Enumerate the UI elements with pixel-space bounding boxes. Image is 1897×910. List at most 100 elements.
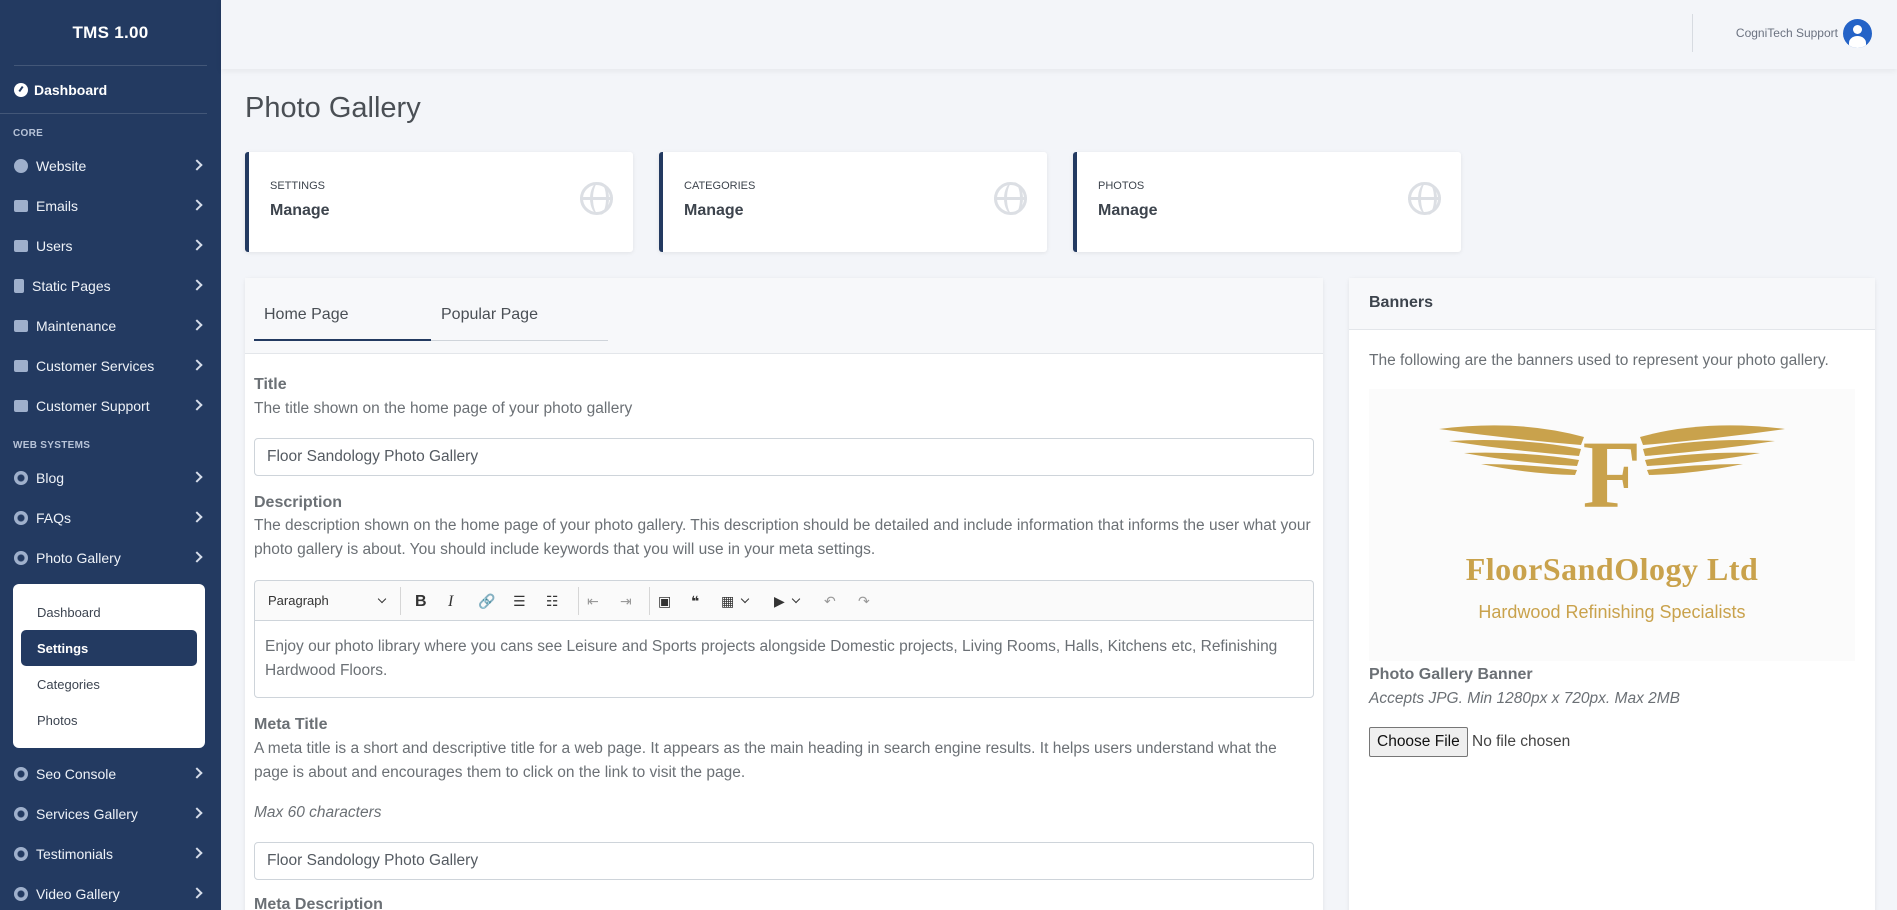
italic-icon[interactable]: I	[448, 593, 453, 611]
numbered-list-icon[interactable]: ☷	[546, 593, 559, 610]
sidebar-item-website[interactable]: Website	[0, 146, 221, 186]
chevron-right-icon	[191, 319, 203, 331]
sidebar-item-customer-services[interactable]: Customer Services	[0, 346, 221, 386]
link-icon[interactable]: 🔗	[478, 593, 495, 610]
sidebar-item-seo-console[interactable]: Seo Console	[0, 754, 221, 794]
topbar-divider	[1692, 14, 1693, 52]
sidebar-item-label: Static Pages	[32, 278, 111, 294]
sidebar-item-label: Customer Services	[36, 358, 155, 374]
card-value: Manage	[684, 202, 744, 219]
sidebar-item-blog[interactable]: Blog	[0, 458, 221, 498]
sidebar-item-label: Photo Gallery	[36, 550, 121, 566]
blockquote-icon[interactable]: ❝	[691, 593, 699, 610]
card-icon	[14, 360, 28, 372]
tab-active-indicator	[254, 339, 431, 341]
title-label: Title	[254, 376, 287, 393]
file-icon	[14, 279, 24, 293]
chevron-right-icon	[191, 887, 203, 899]
globe-icon	[580, 182, 613, 215]
sidebar-item-label: Video Gallery	[36, 886, 120, 902]
tab-home-page[interactable]: Home Page	[264, 306, 349, 324]
toolbar-separator	[400, 587, 401, 615]
meta-title-input[interactable]: Floor Sandology Photo Gallery	[254, 842, 1314, 880]
chevron-right-icon	[191, 399, 203, 411]
sidebar-item-users[interactable]: Users	[0, 226, 221, 266]
description-label: Description	[254, 494, 343, 511]
file-status: No file chosen	[1472, 733, 1571, 750]
submenu-item-photos[interactable]: Photos	[21, 702, 197, 738]
sidebar-item-label: Testimonials	[36, 846, 114, 862]
tools-icon	[14, 320, 28, 332]
sidebar-item-label: Dashboard	[34, 81, 108, 98]
gear-icon	[14, 551, 28, 565]
sidebar-heading-web-systems: WEB SYSTEMS	[13, 440, 91, 451]
sidebar-item-customer-support[interactable]: Customer Support	[0, 386, 221, 426]
brand-title[interactable]: TMS 1.00	[14, 0, 207, 66]
logo-letter: F	[1583, 421, 1642, 528]
media-embed-icon[interactable]: ▶	[774, 593, 785, 610]
tab-underline	[431, 340, 608, 341]
sidebar-item-dashboard[interactable]: Dashboard	[0, 66, 207, 114]
sidebar-item-label: Maintenance	[36, 318, 117, 334]
toolbar-separator	[649, 587, 650, 615]
sidebar-item-static-pages[interactable]: Static Pages	[0, 266, 221, 306]
indent-icon[interactable]: ⇥	[620, 593, 632, 610]
avatar[interactable]	[1843, 19, 1872, 48]
submenu-item-dashboard[interactable]: Dashboard	[21, 594, 197, 630]
meta-title-max: Max 60 characters	[254, 804, 382, 821]
choose-file-button[interactable]: Choose File	[1369, 727, 1468, 757]
sidebar: TMS 1.00 Dashboard CORE Website Emails U…	[0, 0, 221, 910]
globe-icon	[14, 159, 28, 173]
title-input[interactable]: Floor Sandology Photo Gallery	[254, 438, 1314, 476]
image-icon[interactable]: ▣	[658, 593, 671, 610]
tab-bar: Home Page Popular Page	[245, 278, 1323, 354]
sidebar-item-label: FAQs	[36, 510, 72, 526]
card-categories[interactable]: CATEGORIES Manage	[659, 152, 1047, 252]
gear-icon	[14, 471, 28, 485]
sidebar-item-emails[interactable]: Emails	[0, 186, 221, 226]
sidebar-item-video-gallery[interactable]: Video Gallery	[0, 874, 221, 910]
description-help: The description shown on the home page o…	[254, 517, 1311, 558]
meta-title-help: A meta title is a short and descriptive …	[254, 740, 1277, 781]
tab-popular-page[interactable]: Popular Page	[441, 306, 538, 324]
undo-icon[interactable]: ↶	[824, 593, 836, 610]
sidebar-item-label: Emails	[36, 198, 79, 214]
card-value: Manage	[270, 202, 330, 219]
gear-icon	[14, 887, 28, 901]
submenu-item-categories[interactable]: Categories	[21, 666, 197, 702]
sidebar-item-testimonials[interactable]: Testimonials	[0, 834, 221, 874]
sidebar-item-maintenance[interactable]: Maintenance	[0, 306, 221, 346]
sidebar-item-faqs[interactable]: FAQs	[0, 498, 221, 538]
paragraph-style-select[interactable]: Paragraph	[268, 593, 329, 608]
banners-panel: Banners The following are the banners us…	[1349, 278, 1875, 910]
bulleted-list-icon[interactable]: ☰	[513, 593, 526, 610]
chevron-right-icon	[191, 279, 203, 291]
card-label: CATEGORIES	[684, 180, 756, 192]
table-icon[interactable]: ▦	[721, 593, 734, 610]
logo-company-name: FloorSandOlogy Ltd	[1465, 551, 1759, 587]
sidebar-item-label: Blog	[36, 470, 65, 486]
card-settings[interactable]: SETTINGS Manage	[245, 152, 633, 252]
chevron-right-icon	[191, 511, 203, 523]
photo-gallery-submenu: Dashboard Settings Categories Photos	[13, 584, 205, 748]
topbar: CogniTech Support	[221, 0, 1897, 69]
banners-intro: The following are the banners used to re…	[1369, 352, 1829, 369]
redo-icon[interactable]: ↷	[858, 593, 870, 610]
chevron-right-icon	[191, 471, 203, 483]
user-name[interactable]: CogniTech Support	[1736, 26, 1838, 40]
winged-logo-icon: F	[1439, 421, 1785, 528]
sidebar-item-label: Users	[36, 238, 73, 254]
submenu-item-settings[interactable]: Settings	[21, 630, 197, 666]
chevron-right-icon	[191, 159, 203, 171]
sidebar-item-photo-gallery[interactable]: Photo Gallery	[0, 538, 221, 578]
bold-icon[interactable]: B	[415, 593, 427, 611]
sidebar-item-label: Services Gallery	[36, 806, 138, 822]
sidebar-item-services-gallery[interactable]: Services Gallery	[0, 794, 221, 834]
sidebar-item-label: Customer Support	[36, 398, 150, 414]
outdent-icon[interactable]: ⇤	[587, 593, 599, 610]
chevron-right-icon	[191, 847, 203, 859]
chevron-right-icon	[191, 767, 203, 779]
description-editor[interactable]: Enjoy our photo library where you cans s…	[254, 620, 1314, 698]
dashboard-icon	[14, 82, 28, 97]
card-photos[interactable]: PHOTOS Manage	[1073, 152, 1461, 252]
